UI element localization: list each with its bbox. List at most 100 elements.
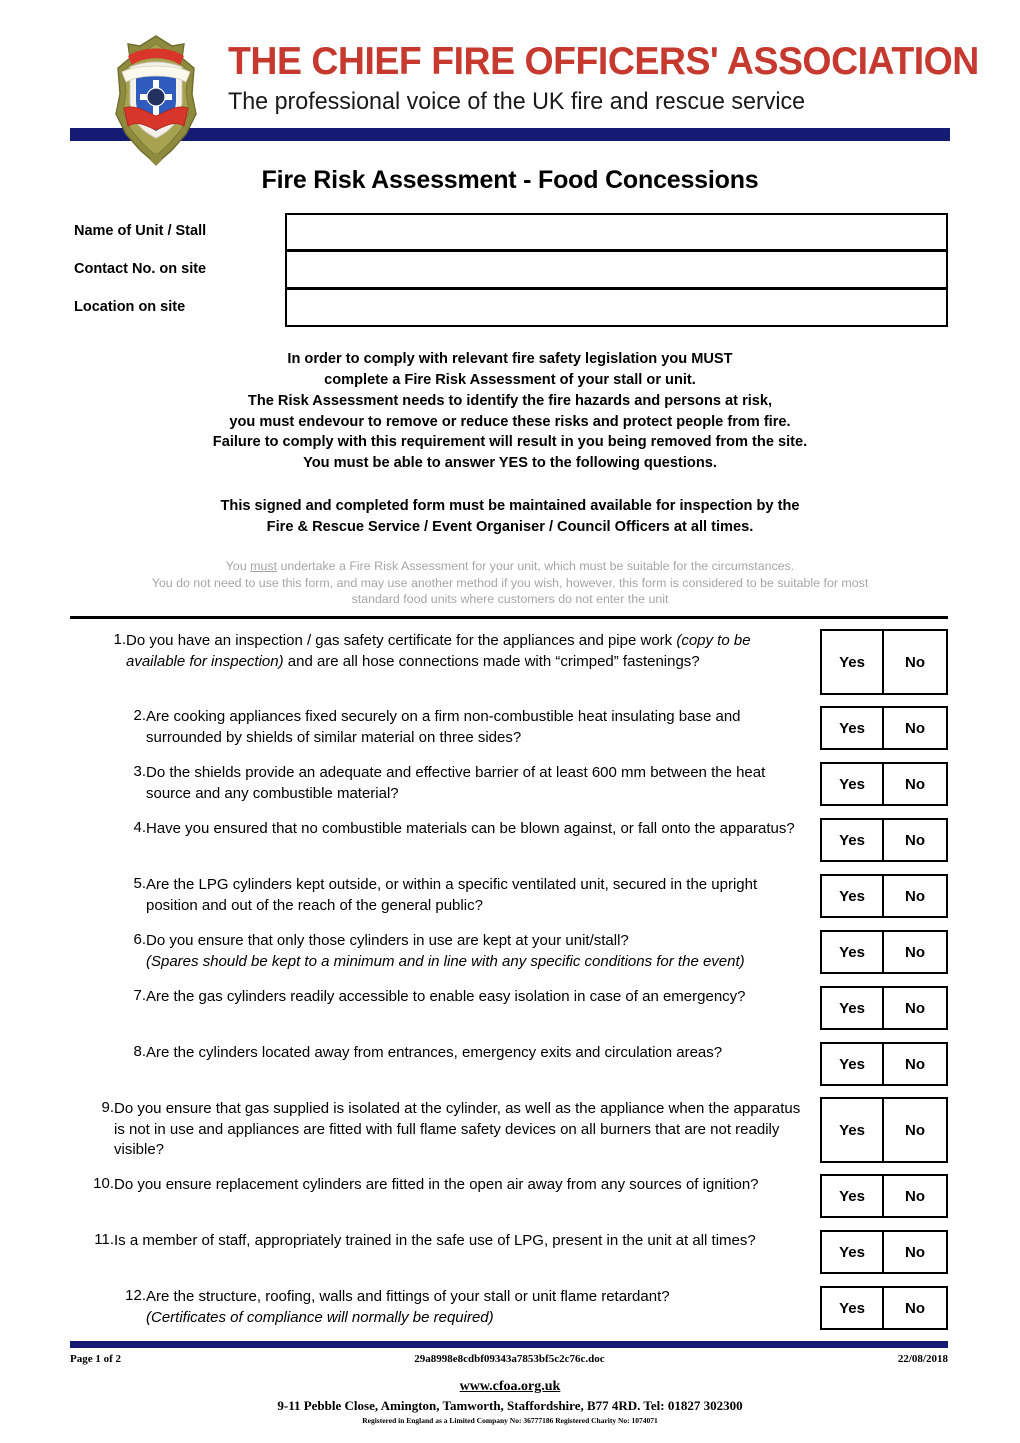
no-option[interactable]: No bbox=[884, 1176, 946, 1216]
question-text: Have you ensured that no combustible mat… bbox=[146, 817, 820, 840]
question-number: 11. bbox=[94, 1231, 114, 1249]
yes-no-box: Yes No bbox=[820, 930, 948, 975]
intro-line: You must be able to answer YES to the fo… bbox=[303, 455, 717, 472]
name-of-unit-input[interactable] bbox=[285, 213, 948, 251]
field-label-name-of-unit: Name of Unit / Stall bbox=[74, 223, 207, 239]
no-option[interactable]: No bbox=[884, 1044, 946, 1084]
yes-option[interactable]: Yes bbox=[822, 1099, 884, 1162]
question-text-main: Is a member of staff, appropriately trai… bbox=[114, 1232, 756, 1250]
no-option[interactable]: No bbox=[884, 932, 946, 972]
question-row: 1. Do you have an inspection / gas safet… bbox=[62, 629, 948, 696]
no-option[interactable]: No bbox=[884, 631, 946, 693]
question-number: 9. bbox=[101, 1099, 114, 1117]
yes-option[interactable]: Yes bbox=[822, 1176, 884, 1217]
question-text: Do you have an inspection / gas safety c… bbox=[126, 629, 820, 672]
footer-page-number: Page 1 of 2 bbox=[70, 1353, 122, 1365]
brand-block: THE CHIEF FIRE OFFICERS' ASSOCIATION The… bbox=[228, 40, 979, 115]
yes-no-box: Yes No bbox=[820, 1097, 948, 1164]
yes-option[interactable]: Yes bbox=[822, 988, 884, 1029]
question-text: Are cooking appliances fixed securely on… bbox=[146, 705, 820, 748]
no-option[interactable]: No bbox=[884, 876, 946, 916]
cfoa-crest-icon bbox=[112, 34, 200, 166]
no-option[interactable]: No bbox=[884, 1288, 946, 1328]
question-text: Are the gas cylinders readily accessible… bbox=[146, 985, 820, 1008]
intro-text: In order to comply with relevant fire sa… bbox=[0, 349, 1020, 538]
question-text: Are the cylinders located away from entr… bbox=[146, 1041, 820, 1064]
question-text-main: Do the shields provide an adequate and e… bbox=[146, 764, 766, 802]
yes-option[interactable]: Yes bbox=[822, 1044, 884, 1085]
question-text: Is a member of staff, appropriately trai… bbox=[114, 1229, 820, 1252]
question-row: 7. Are the gas cylinders readily accessi… bbox=[62, 985, 948, 1031]
question-row: 5. Are the LPG cylinders kept outside, o… bbox=[62, 873, 948, 919]
question-text-main: Are cooking appliances fixed securely on… bbox=[146, 708, 741, 746]
question-text-main: Do you ensure that gas supplied is isola… bbox=[114, 1100, 801, 1159]
question-text: Do the shields provide an adequate and e… bbox=[146, 761, 820, 804]
question-number: 2. bbox=[133, 707, 146, 725]
note-line-1-a: You bbox=[225, 558, 251, 573]
question-text-main: Do you ensure that only those cylinders … bbox=[146, 932, 629, 950]
questions-list: 1. Do you have an inspection / gas safet… bbox=[0, 629, 1020, 1331]
yes-no-box: Yes No bbox=[820, 986, 948, 1031]
intro-line: Fire & Rescue Service / Event Organiser … bbox=[266, 519, 754, 536]
location-input[interactable] bbox=[285, 289, 948, 327]
yes-no-box: Yes No bbox=[820, 818, 948, 863]
question-row: 8. Are the cylinders located away from e… bbox=[62, 1041, 948, 1087]
question-text-main: Are the LPG cylinders kept outside, or w… bbox=[146, 876, 758, 914]
question-number: 7. bbox=[133, 987, 146, 1005]
yes-option[interactable]: Yes bbox=[822, 631, 884, 694]
yes-no-box: Yes No bbox=[820, 762, 948, 807]
intro-line: you must endevour to remove or reduce th… bbox=[229, 413, 791, 430]
note-line-3: standard food units where customers do n… bbox=[351, 592, 669, 607]
brand-title: THE CHIEF FIRE OFFICERS' ASSOCIATION bbox=[228, 40, 979, 83]
intro-line: Failure to comply with this requirement … bbox=[212, 434, 808, 451]
question-number: 1. bbox=[113, 631, 126, 649]
footer-website-link[interactable]: www.cfoa.org.uk bbox=[0, 1379, 1020, 1395]
intro-line: The Risk Assessment needs to identify th… bbox=[247, 392, 773, 409]
intro-paragraph-1: In order to comply with relevant fire sa… bbox=[90, 349, 930, 474]
note-underline-must: must bbox=[250, 558, 278, 573]
note-line-2: You do not need to use this form, and ma… bbox=[151, 575, 869, 590]
intro-paragraph-2: This signed and completed form must be m… bbox=[90, 496, 930, 538]
contact-no-input[interactable] bbox=[285, 251, 948, 289]
question-number: 12. bbox=[125, 1287, 146, 1305]
question-row: 6. Do you ensure that only those cylinde… bbox=[62, 929, 948, 975]
yes-option[interactable]: Yes bbox=[822, 708, 884, 749]
yes-no-box: Yes No bbox=[820, 706, 948, 751]
yes-option[interactable]: Yes bbox=[822, 1288, 884, 1329]
question-text-main: Are the gas cylinders readily accessible… bbox=[146, 988, 746, 1006]
page-header: THE CHIEF FIRE OFFICERS' ASSOCIATION The… bbox=[0, 0, 1020, 166]
question-row: 2. Are cooking appliances fixed securely… bbox=[62, 705, 948, 751]
form-fields: Name of Unit / Stall Contact No. on site… bbox=[0, 213, 1020, 327]
question-text-main: Do you ensure replacement cylinders are … bbox=[114, 1176, 759, 1194]
question-row: 4. Have you ensured that no combustible … bbox=[62, 817, 948, 863]
question-number: 8. bbox=[133, 1043, 146, 1061]
no-option[interactable]: No bbox=[884, 1099, 946, 1161]
yes-option[interactable]: Yes bbox=[822, 932, 884, 973]
question-row: 9. Do you ensure that gas supplied is is… bbox=[62, 1097, 948, 1164]
question-text-italic: (Spares should be kept to a minimum and … bbox=[146, 952, 745, 970]
question-text-main: Are the structure, roofing, walls and fi… bbox=[146, 1288, 670, 1306]
question-text-italic: (Certificates of compliance will normall… bbox=[146, 1308, 494, 1326]
yes-option[interactable]: Yes bbox=[822, 820, 884, 861]
note-line-1-b: undertake a Fire Risk Assessment for you… bbox=[277, 558, 795, 573]
section-divider bbox=[70, 616, 948, 620]
no-option[interactable]: No bbox=[884, 708, 946, 748]
yes-option[interactable]: Yes bbox=[822, 1232, 884, 1273]
field-label-location: Location on site bbox=[74, 299, 186, 315]
intro-note: You must undertake a Fire Risk Assessmen… bbox=[0, 558, 1020, 608]
note-line-1: You must undertake a Fire Risk Assessmen… bbox=[60, 558, 960, 575]
question-row: 10. Do you ensure replacement cylinders … bbox=[62, 1173, 948, 1219]
field-row-contact-no: Contact No. on site bbox=[74, 251, 948, 289]
question-text: Are the structure, roofing, walls and fi… bbox=[146, 1285, 820, 1328]
no-option[interactable]: No bbox=[884, 820, 946, 860]
no-option[interactable]: No bbox=[884, 764, 946, 804]
question-text: Do you ensure replacement cylinders are … bbox=[114, 1173, 820, 1196]
yes-no-box: Yes No bbox=[820, 1230, 948, 1275]
no-option[interactable]: No bbox=[884, 1232, 946, 1272]
page-footer: Page 1 of 2 29a8998e8cdbf09343a7853bf5c2… bbox=[0, 1341, 1020, 1425]
question-text-tail: and are all hose connections made with “… bbox=[283, 652, 700, 670]
yes-option[interactable]: Yes bbox=[822, 876, 884, 917]
brand-subtitle: The professional voice of the UK fire an… bbox=[228, 88, 806, 115]
no-option[interactable]: No bbox=[884, 988, 946, 1028]
yes-option[interactable]: Yes bbox=[822, 764, 884, 805]
